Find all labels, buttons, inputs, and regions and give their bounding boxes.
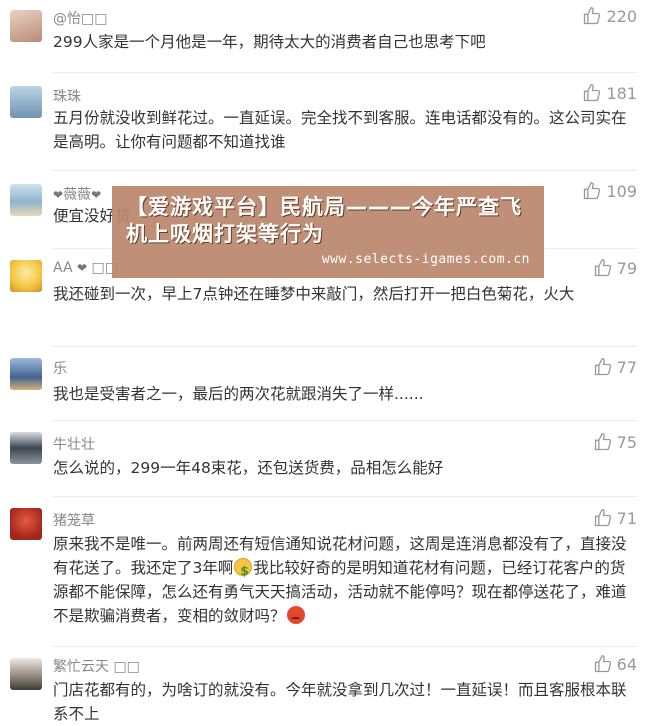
- username-text: AA: [53, 260, 73, 276]
- heart-icon: ❤: [77, 261, 88, 275]
- comment-text: 我还碰到一次，早上7点钟还在睡梦中来敲门，然后打开一把白色菊花，火大: [53, 285, 575, 303]
- avatar[interactable]: [10, 86, 42, 118]
- comment-feed: @怡□□ 220 299人家是一个月他是一年，期待太大的消费者自己也思考下吧 珠…: [0, 0, 655, 726]
- thumbs-up-icon: [594, 357, 611, 376]
- thumbs-up-icon: [594, 508, 611, 527]
- username[interactable]: 猪笼草: [53, 510, 95, 530]
- username[interactable]: @怡□□: [53, 8, 107, 28]
- avatar[interactable]: [10, 260, 42, 292]
- username-suffix: □□: [113, 659, 140, 675]
- divider: [52, 72, 637, 73]
- like-button[interactable]: 64: [593, 654, 637, 674]
- like-button[interactable]: 181: [582, 83, 637, 103]
- divider: [52, 646, 637, 647]
- like-button[interactable]: 220: [582, 6, 637, 26]
- like-count: 77: [616, 357, 637, 377]
- divider: [52, 496, 637, 497]
- like-count: 71: [616, 508, 637, 528]
- like-count: 109: [606, 181, 637, 201]
- username-text: 繁忙云天: [53, 659, 109, 675]
- divider: [52, 420, 637, 421]
- username[interactable]: 繁忙云天 □□: [53, 656, 140, 676]
- username[interactable]: 牛壮壮: [53, 434, 95, 454]
- like-count: 75: [616, 432, 637, 452]
- comment-text: 原来我不是唯一。前两周还有短信通知说花材问题，这周是连消息都没有了，直接没有花送…: [53, 532, 637, 628]
- thumbs-up-icon: [594, 432, 611, 451]
- comment-text: 门店花都有的，为啥订的就没有。今年就没拿到几次过！一直延误！而且客服根本联系不上: [53, 681, 627, 723]
- thumbs-up-icon: [584, 6, 601, 25]
- heart-icon: ❤: [91, 188, 102, 202]
- like-count: 64: [616, 654, 637, 674]
- like-button[interactable]: 77: [593, 357, 637, 377]
- username[interactable]: ❤薇薇❤: [53, 184, 101, 204]
- comment-text: 怎么说的，299一年48束花，还包送货费，品相怎么能好: [53, 459, 444, 477]
- like-button[interactable]: 109: [582, 181, 637, 201]
- comment-text: 五月份就没收到鲜花过。一直延误。完全找不到客服。连电话都没有的。这公司实在是高明…: [53, 109, 627, 151]
- ad-headline[interactable]: 【爱游戏平台】民航局———今年严查飞机上吸烟打架等行为: [126, 194, 534, 248]
- like-button[interactable]: 75: [593, 432, 637, 452]
- comment-text: 我也是受害者之一，最后的两次花就跟消失了一样......: [53, 385, 424, 403]
- avatar[interactable]: [10, 432, 42, 464]
- username-text: 薇薇: [63, 187, 92, 203]
- username[interactable]: 乐: [53, 358, 67, 378]
- username[interactable]: AA ❤ □□: [53, 260, 118, 276]
- heart-icon: ❤: [53, 188, 64, 202]
- like-button[interactable]: 71: [593, 508, 637, 528]
- ad-overlay-banner[interactable]: 【爱游戏平台】民航局———今年严查飞机上吸烟打架等行为 www.selects-…: [112, 186, 544, 278]
- angry-face-emoji-icon: [286, 606, 305, 624]
- comment-text: 299人家是一个月他是一年，期待太大的消费者自己也思考下吧: [53, 33, 486, 51]
- like-count: 181: [606, 83, 637, 103]
- like-button[interactable]: 79: [593, 258, 637, 278]
- ad-url[interactable]: www.selects-igames.com.cn: [322, 252, 530, 267]
- like-count: 220: [606, 6, 637, 26]
- avatar[interactable]: [10, 10, 42, 42]
- money-face-emoji-icon: [234, 558, 253, 583]
- avatar[interactable]: [10, 184, 42, 216]
- thumbs-up-icon: [594, 258, 611, 277]
- username[interactable]: 珠珠: [53, 86, 81, 106]
- divider: [52, 170, 637, 171]
- thumbs-up-icon: [584, 83, 601, 102]
- thumbs-up-icon: [584, 181, 601, 200]
- divider: [52, 346, 637, 347]
- avatar[interactable]: [10, 358, 42, 390]
- thumbs-up-icon: [594, 654, 611, 673]
- avatar[interactable]: [10, 658, 42, 690]
- like-count: 79: [616, 258, 637, 278]
- avatar[interactable]: [10, 508, 42, 540]
